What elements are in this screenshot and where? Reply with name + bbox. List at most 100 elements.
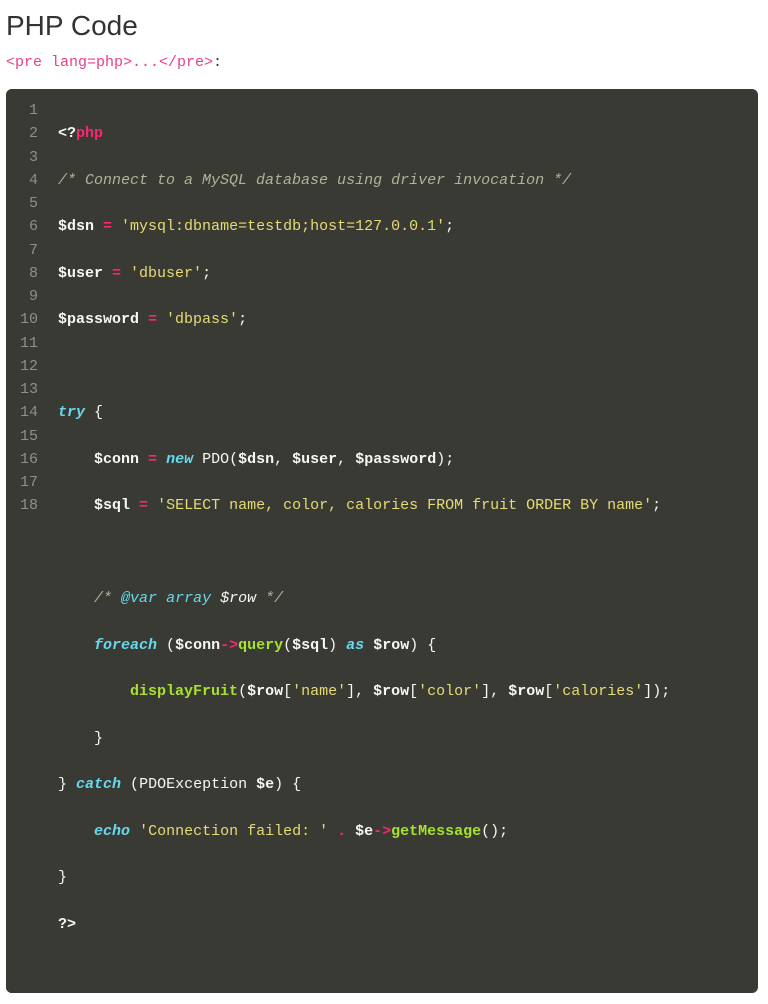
space bbox=[193, 451, 202, 468]
line-number: 9 bbox=[20, 285, 38, 308]
operator: = bbox=[139, 311, 166, 328]
code-line: } catch (PDOException $e) { bbox=[58, 773, 742, 796]
line-number: 7 bbox=[20, 239, 38, 262]
keyword-new: new bbox=[166, 451, 193, 468]
operator: = bbox=[139, 451, 166, 468]
code-line: ?> bbox=[58, 913, 742, 936]
space bbox=[130, 823, 139, 840]
code-line: foreach ($conn->query($sql) as $row) { bbox=[58, 634, 742, 657]
operator: = bbox=[94, 218, 121, 235]
punct: ) bbox=[328, 637, 346, 654]
line-number: 10 bbox=[20, 308, 38, 331]
code-line: displayFruit($row['name'], $row['color']… bbox=[58, 680, 742, 703]
operator: . bbox=[328, 823, 355, 840]
punct: } bbox=[58, 730, 103, 747]
line-number: 13 bbox=[20, 378, 38, 401]
punct: ; bbox=[445, 218, 454, 235]
string: 'color' bbox=[418, 683, 481, 700]
operator: -> bbox=[220, 637, 238, 654]
line-number: 17 bbox=[20, 471, 38, 494]
string: 'Connection failed: ' bbox=[139, 823, 328, 840]
punct: (); bbox=[481, 823, 508, 840]
variable: $row bbox=[373, 637, 409, 654]
line-number: 11 bbox=[20, 332, 38, 355]
pretag-code: <pre lang=php>...</pre> bbox=[6, 54, 213, 71]
line-number: 5 bbox=[20, 192, 38, 215]
string: 'mysql:dbname=testdb;host=127.0.0.1' bbox=[121, 218, 445, 235]
string: 'dbpass' bbox=[166, 311, 238, 328]
punct: ( bbox=[283, 637, 292, 654]
function: getMessage bbox=[391, 823, 481, 840]
comment bbox=[211, 590, 220, 607]
code-line: /* @var array $row */ bbox=[58, 587, 742, 610]
doc-type: array bbox=[166, 590, 211, 607]
code-line bbox=[58, 355, 742, 378]
variable: $e bbox=[355, 823, 373, 840]
code-line: echo 'Connection failed: ' . $e->getMess… bbox=[58, 820, 742, 843]
pretag-colon: : bbox=[213, 54, 222, 71]
variable: $e bbox=[256, 776, 274, 793]
punct: ; bbox=[202, 265, 211, 282]
punct: ; bbox=[652, 497, 661, 514]
variable: $user bbox=[58, 265, 103, 282]
keyword-echo: echo bbox=[94, 823, 130, 840]
line-gutter: 1 2 3 4 5 6 7 8 9 10 11 12 13 14 15 16 1… bbox=[6, 89, 48, 993]
variable: $dsn bbox=[58, 218, 94, 235]
keyword-foreach: foreach bbox=[94, 637, 157, 654]
operator: = bbox=[103, 265, 130, 282]
line-number: 3 bbox=[20, 146, 38, 169]
punct: ( bbox=[121, 776, 139, 793]
punct: [ bbox=[409, 683, 418, 700]
operator: = bbox=[130, 497, 157, 514]
punct: ( bbox=[238, 683, 247, 700]
line-number: 2 bbox=[20, 122, 38, 145]
doctag: @var bbox=[121, 590, 157, 607]
punct: ; bbox=[238, 311, 247, 328]
keyword-as: as bbox=[346, 637, 364, 654]
line-number: 18 bbox=[20, 494, 38, 517]
line-number: 16 bbox=[20, 448, 38, 471]
php-open-tag: <? bbox=[58, 125, 76, 142]
variable: $conn bbox=[94, 451, 139, 468]
code-line: try { bbox=[58, 401, 742, 424]
line-number: 1 bbox=[20, 99, 38, 122]
code-line bbox=[58, 541, 742, 564]
function: displayFruit bbox=[130, 683, 238, 700]
doc-var: $row bbox=[220, 590, 256, 607]
punct: { bbox=[85, 404, 103, 421]
code-line: $password = 'dbpass'; bbox=[58, 308, 742, 331]
pretag-example: <pre lang=php>...</pre>: bbox=[0, 54, 758, 71]
code-line: $sql = 'SELECT name, color, calories FRO… bbox=[58, 494, 742, 517]
function: query bbox=[238, 637, 283, 654]
variable: $password bbox=[58, 311, 139, 328]
punct: ) { bbox=[409, 637, 436, 654]
keyword-try: try bbox=[58, 404, 85, 421]
variable: $row bbox=[373, 683, 409, 700]
code-line: $user = 'dbuser'; bbox=[58, 262, 742, 285]
variable: $sql bbox=[292, 637, 328, 654]
punct: , bbox=[274, 451, 292, 468]
variable: $sql bbox=[94, 497, 130, 514]
code-line: } bbox=[58, 727, 742, 750]
comment: */ bbox=[256, 590, 283, 607]
class: PDO bbox=[202, 451, 229, 468]
code-content[interactable]: <?php /* Connect to a MySQL database usi… bbox=[48, 89, 758, 993]
variable: $row bbox=[508, 683, 544, 700]
php-close-tag: ?> bbox=[58, 916, 76, 933]
code-line: /* Connect to a MySQL database using dri… bbox=[58, 169, 742, 192]
line-number: 6 bbox=[20, 215, 38, 238]
line-number: 14 bbox=[20, 401, 38, 424]
punct: } bbox=[58, 869, 67, 886]
punct: ]); bbox=[643, 683, 670, 700]
php-keyword: php bbox=[76, 125, 103, 142]
punct: ); bbox=[436, 451, 454, 468]
comment: /* Connect to a MySQL database using dri… bbox=[58, 172, 571, 189]
line-number: 15 bbox=[20, 425, 38, 448]
punct: [ bbox=[283, 683, 292, 700]
class: PDOException bbox=[139, 776, 256, 793]
punct: ( bbox=[157, 637, 175, 654]
variable: $user bbox=[292, 451, 337, 468]
string: 'calories' bbox=[553, 683, 643, 700]
line-number: 8 bbox=[20, 262, 38, 285]
string: 'dbuser' bbox=[130, 265, 202, 282]
